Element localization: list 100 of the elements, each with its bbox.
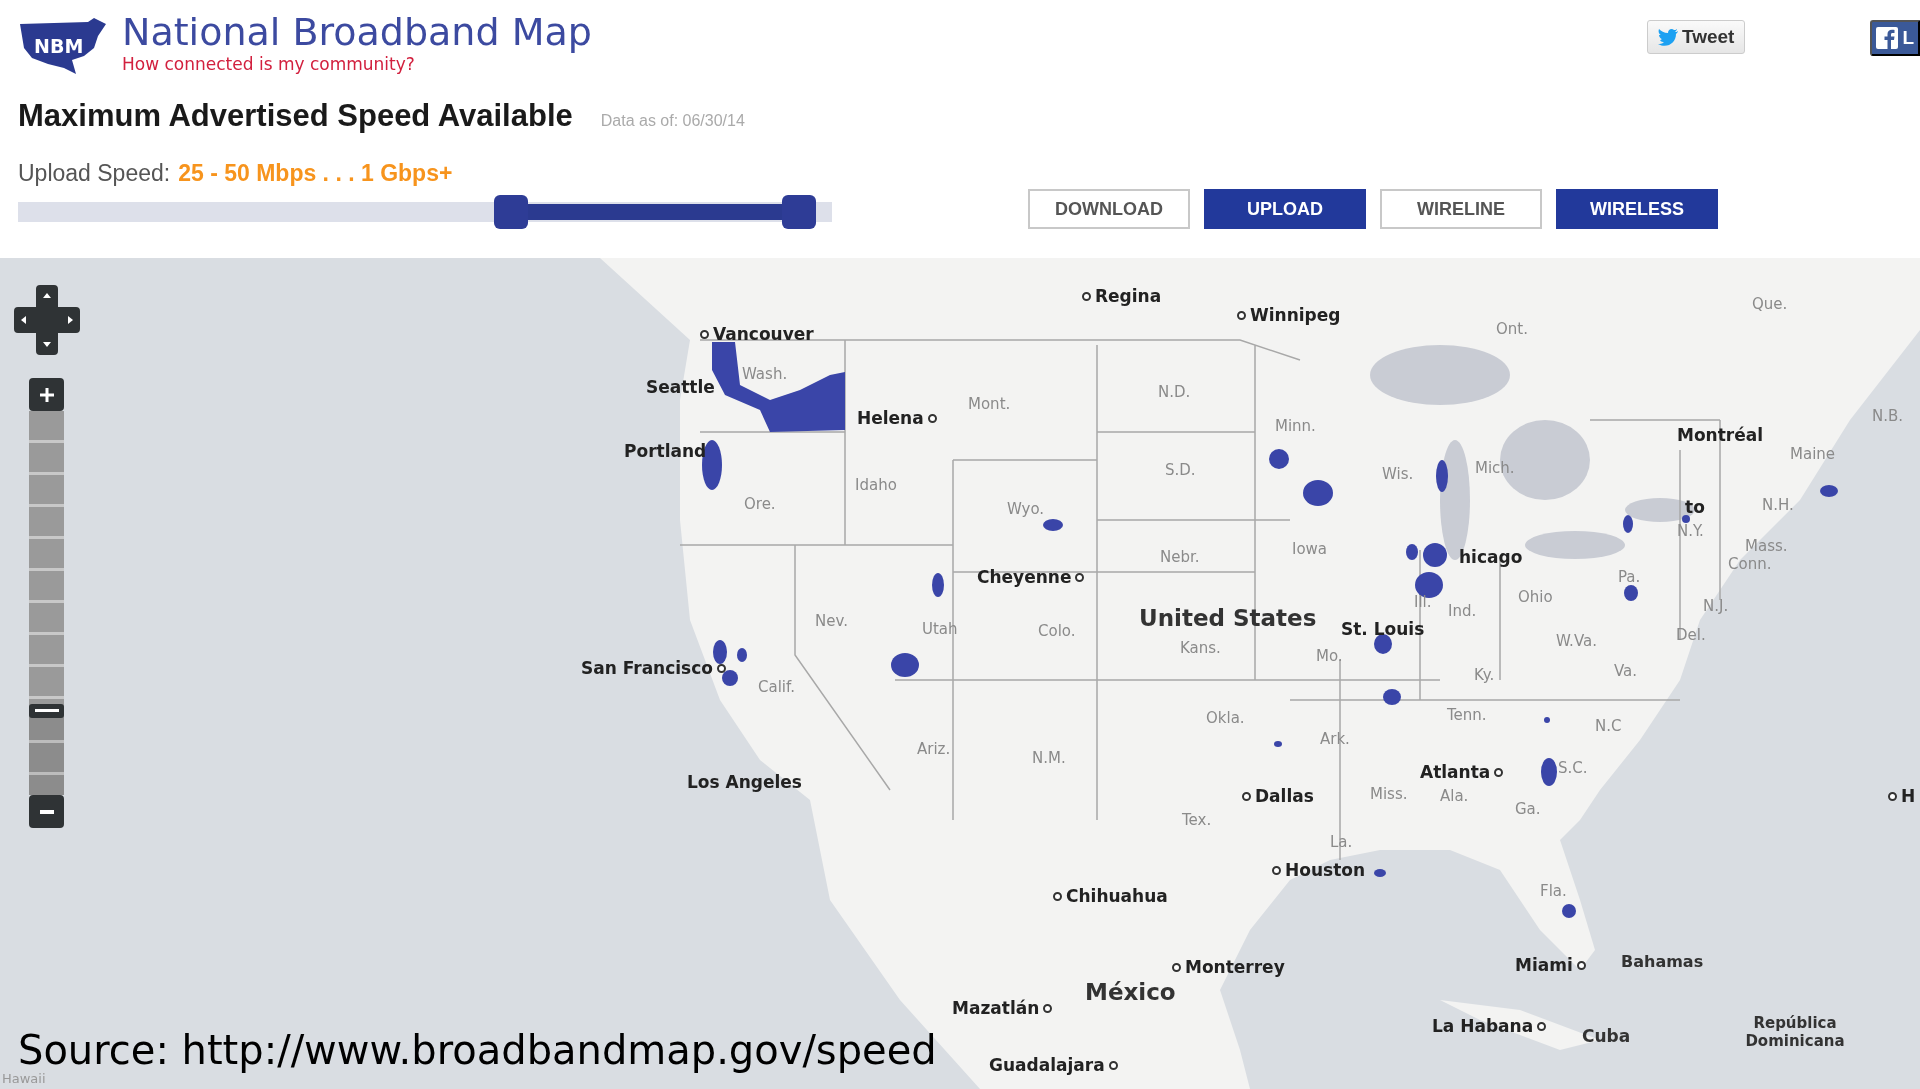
region-label: Ala. [1440, 787, 1469, 805]
region-label: Ariz. [917, 740, 951, 758]
speed-slider-track[interactable] [18, 195, 832, 229]
region-label: Ont. [1496, 320, 1528, 338]
slider-handle[interactable] [493, 195, 528, 229]
city-dot-icon [1082, 291, 1091, 301]
region-label: Va. [1614, 662, 1638, 680]
city-label: Vancouver [713, 324, 814, 344]
region-label: Wis. [1382, 465, 1414, 483]
region-label: Iowa [1292, 540, 1328, 558]
region-label: La. [1330, 833, 1353, 851]
facebook-like-button[interactable]: L [1870, 20, 1920, 56]
slider-handle[interactable] [782, 195, 817, 229]
source-caption: Source: http://www.broadbandmap.gov/speed [18, 1027, 937, 1073]
city-label: Monterrey [1185, 957, 1285, 977]
speed-label: Upload Speed: [18, 160, 171, 187]
city-dot-icon [717, 663, 726, 673]
region-label: W.Va. [1556, 632, 1597, 650]
city-label: Montréal [1677, 425, 1764, 445]
mode-button[interactable]: WIRELESS [1556, 189, 1718, 229]
city-dot-icon [1888, 791, 1897, 801]
region-label: N.D. [1158, 383, 1191, 401]
country-label: Bahamas [1621, 951, 1704, 971]
city-dot-icon [1576, 960, 1586, 970]
plus-icon [39, 387, 54, 402]
country-label: México [1085, 979, 1176, 1005]
city-dot-icon [927, 413, 937, 423]
city-dot-icon [1272, 865, 1281, 875]
region-label: Minn. [1275, 417, 1316, 435]
city-label: Cheyenne [977, 567, 1072, 587]
region-label: Mont. [968, 395, 1011, 413]
country-label: United States [1139, 605, 1317, 631]
mode-button[interactable]: WIRELINE [1380, 189, 1542, 229]
region-label: N.Y. [1677, 522, 1704, 540]
city-dot-icon [1494, 767, 1504, 777]
region-label: Nebr. [1160, 548, 1200, 566]
city-label: Winnipeg [1250, 305, 1341, 325]
us-map-logo-icon [18, 18, 108, 76]
city-label: San Francisco [581, 658, 713, 678]
city-label: Helena [857, 408, 924, 428]
city-dot-icon [1237, 310, 1246, 320]
zoom-in-button[interactable] [29, 378, 64, 411]
mode-button[interactable]: UPLOAD [1204, 189, 1366, 229]
tweet-button[interactable]: Tweet [1646, 20, 1746, 54]
city-dot-icon [700, 329, 709, 339]
region-label: Nev. [815, 612, 848, 630]
region-label: Fla. [1540, 882, 1567, 900]
city-label: Portland [624, 441, 707, 461]
region-label: Ky. [1474, 666, 1495, 684]
site-title[interactable]: National Broadband Map [122, 10, 592, 54]
region-label: Maine [1790, 445, 1836, 463]
region-label: Que. [1752, 295, 1788, 313]
region-label: Ga. [1515, 800, 1541, 818]
map-background[interactable] [0, 258, 1920, 1089]
region-label: Wyo. [1007, 500, 1045, 518]
region-label: Utah [922, 620, 958, 638]
page-heading: Maximum Advertised Speed Available [18, 98, 573, 134]
city-label: La Habana [1432, 1016, 1534, 1036]
region-label: Tex. [1182, 811, 1212, 829]
region-label: S.D. [1165, 461, 1196, 479]
data-date: Data as of: 06/30/14 [600, 112, 745, 130]
city-label: Houston [1285, 860, 1366, 880]
site-tagline: How connected is my community? [122, 54, 416, 74]
inset-label: Hawaii [2, 1071, 46, 1086]
region-label: Colo. [1038, 622, 1076, 640]
zoom-slider-handle[interactable] [29, 703, 64, 718]
speed-range: 25 - 50 Mbps . . . 1 Gbps+ [178, 160, 453, 187]
region-label: Mich. [1475, 459, 1515, 477]
region-label: Mass. [1745, 537, 1788, 555]
region-label: Conn. [1728, 555, 1772, 573]
region-label: Ore. [744, 495, 776, 513]
city-label: Mazatlán [952, 998, 1040, 1018]
city-label: Atlanta [1420, 762, 1491, 782]
region-label: Calif. [758, 678, 795, 696]
region-label: Wash. [742, 365, 788, 383]
minus-icon [39, 809, 54, 814]
region-label: Ill. [1414, 593, 1432, 611]
region-label: Ohio [1518, 588, 1553, 606]
city-label: St. Louis [1341, 619, 1425, 639]
city-label: Chihuahua [1066, 886, 1168, 906]
city-label: Dallas [1255, 786, 1314, 806]
country-label: Cuba [1582, 1026, 1631, 1046]
region-label: N.C [1595, 717, 1622, 735]
mode-button[interactable]: DOWNLOAD [1028, 189, 1190, 229]
region-label: Idaho [855, 476, 897, 494]
city-dot-icon [1172, 962, 1181, 972]
region-label: Miss. [1370, 785, 1408, 803]
pan-control-icon[interactable] [14, 285, 80, 355]
city-label: H [1901, 786, 1916, 806]
city-dot-icon [1053, 891, 1062, 901]
city-dot-icon [1537, 1021, 1547, 1031]
logo-text: NBM [34, 35, 84, 57]
zoom-out-button[interactable] [29, 795, 64, 828]
region-label: Kans. [1180, 639, 1221, 657]
facebook-icon [1876, 27, 1899, 49]
city-label: Miami [1515, 955, 1573, 975]
bird-icon [1657, 28, 1678, 46]
region-label: Del. [1676, 626, 1706, 644]
city-label: Regina [1095, 286, 1162, 306]
region-label: N.J. [1703, 597, 1729, 615]
